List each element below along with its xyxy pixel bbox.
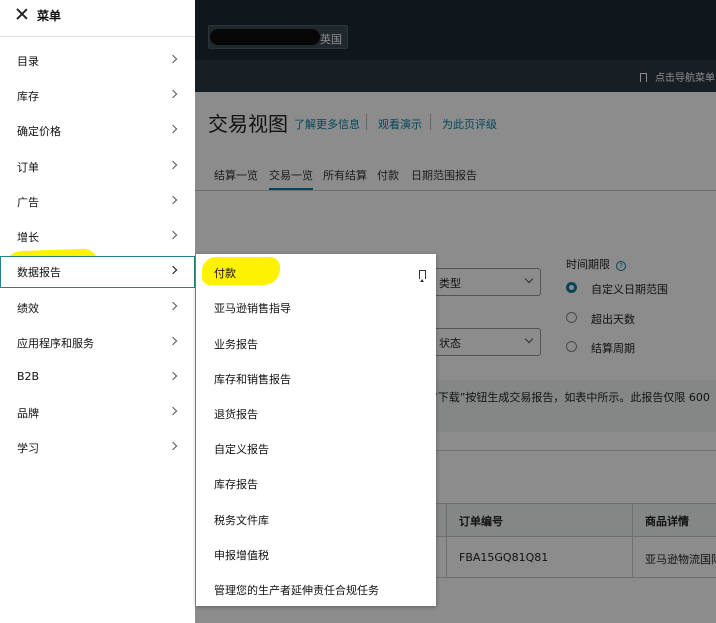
submenu-item-business-reports[interactable]: 业务报告 [196, 329, 436, 355]
submenu-item-custom-reports[interactable]: 自定义报告 [196, 434, 436, 460]
submenu-item-label: 管理您的生产者延伸责任合规任务 [214, 584, 379, 597]
chevron-right-icon [168, 230, 178, 240]
submenu-item-label: 业务报告 [214, 338, 258, 351]
menu-item-brand[interactable]: 品牌 [0, 397, 195, 427]
menu-item-pricing[interactable]: 确定价格 [0, 115, 195, 145]
menu-item-b2b[interactable]: B2B [0, 362, 195, 392]
menu-item-growth[interactable]: 增长 [0, 221, 195, 251]
submenu-item-label: 税务文件库 [214, 514, 269, 527]
menu-item-orders[interactable]: 订单 [0, 151, 195, 181]
chevron-right-icon [168, 265, 178, 275]
chevron-right-icon [168, 160, 178, 170]
menu-item-label: B2B [17, 370, 40, 383]
chevron-right-icon [168, 195, 178, 205]
chevron-right-icon [168, 124, 178, 134]
menu-item-learn[interactable]: 学习 [0, 432, 195, 462]
menu-item-label: 广告 [17, 196, 39, 209]
chevron-right-icon [168, 441, 178, 451]
menu-item-inventory[interactable]: 库存 [0, 80, 195, 110]
menu-item-label: 应用程序和服务 [17, 337, 94, 350]
menu-item-label: 学习 [17, 442, 39, 455]
menu-item-label: 订单 [17, 161, 39, 174]
nav-menu: 菜单 目录 库存 确定价格 订单 广告 增长 数据报告 绩效 应用程序和服务 B… [0, 0, 195, 623]
submenu-item-label: 亚马逊销售指导 [214, 302, 291, 315]
chevron-right-icon [168, 406, 178, 416]
submenu-item-epr-compliance[interactable]: 管理您的生产者延伸责任合规任务 [196, 575, 436, 601]
submenu-item-label: 申报增值税 [214, 549, 269, 562]
bookmark-icon[interactable] [419, 270, 426, 282]
submenu-item-payments[interactable]: 付款 [196, 258, 436, 284]
chevron-right-icon [168, 54, 178, 64]
submenu-item-label: 自定义报告 [214, 443, 269, 456]
menu-item-apps-services[interactable]: 应用程序和服务 [0, 327, 195, 357]
submenu-item-tax-document-library[interactable]: 税务文件库 [196, 505, 436, 531]
submenu-item-return-reports[interactable]: 退货报告 [196, 399, 436, 425]
submenu-item-label: 库存报告 [214, 478, 258, 491]
submenu-item-label: 付款 [214, 267, 236, 280]
menu-item-advertising[interactable]: 广告 [0, 186, 195, 216]
close-icon[interactable] [16, 8, 28, 20]
submenu-item-inventory-sales-reports[interactable]: 库存和销售报告 [196, 364, 436, 390]
menu-item-label: 库存 [17, 90, 39, 103]
menu-header: 菜单 [0, 0, 195, 30]
menu-item-performance[interactable]: 绩效 [0, 292, 195, 322]
menu-item-reports[interactable]: 数据报告 [0, 256, 195, 288]
menu-item-label: 绩效 [17, 302, 39, 315]
menu-title: 菜单 [37, 9, 62, 23]
menu-item-label: 目录 [17, 55, 39, 68]
reports-submenu: 付款 亚马逊销售指导 业务报告 库存和销售报告 退货报告 自定义报告 库存报告 … [196, 254, 436, 606]
menu-item-label: 确定价格 [17, 125, 61, 138]
menu-item-label: 数据报告 [17, 266, 61, 279]
chevron-right-icon [168, 89, 178, 99]
submenu-item-label: 库存和销售报告 [214, 373, 291, 386]
submenu-item-vat-filing[interactable]: 申报增值税 [196, 540, 436, 566]
submenu-item-label: 退货报告 [214, 408, 258, 421]
chevron-right-icon [168, 301, 178, 311]
chevron-right-icon [168, 371, 178, 381]
menu-divider [0, 36, 195, 37]
chevron-right-icon [168, 336, 178, 346]
menu-item-label: 增长 [17, 231, 39, 244]
submenu-item-selling-coach[interactable]: 亚马逊销售指导 [196, 293, 436, 319]
menu-item-label: 品牌 [17, 407, 39, 420]
menu-item-catalog[interactable]: 目录 [0, 45, 195, 75]
submenu-item-inventory-reports[interactable]: 库存报告 [196, 469, 436, 495]
